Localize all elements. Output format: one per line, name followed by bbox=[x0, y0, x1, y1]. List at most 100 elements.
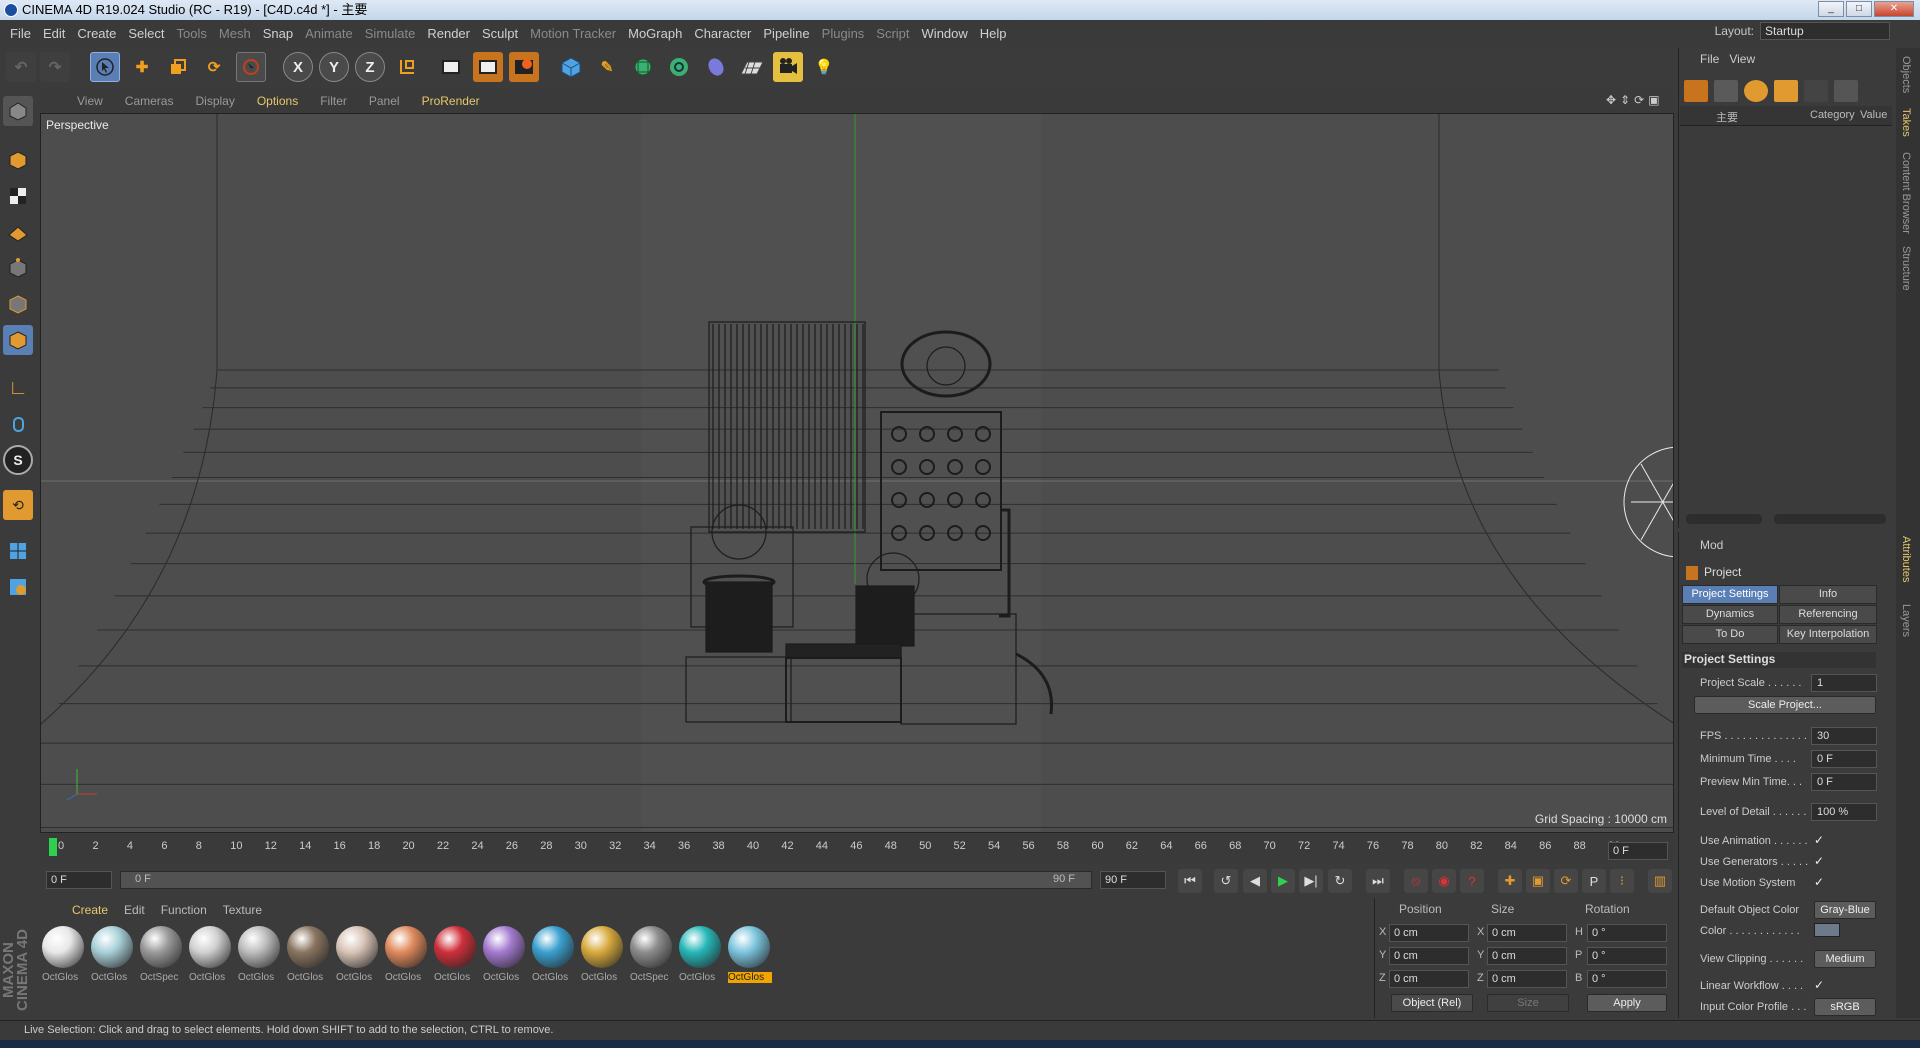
linear-workflow-checkbox[interactable]: ✓ bbox=[1814, 978, 1824, 992]
end-frame-field[interactable]: 90 F bbox=[1100, 871, 1166, 889]
menu-mograph[interactable]: MoGraph bbox=[622, 26, 688, 41]
position-y-field[interactable]: 0 cm bbox=[1389, 947, 1469, 965]
tab-dynamics[interactable]: Dynamics bbox=[1682, 605, 1778, 624]
key-position-icon[interactable]: ✚ bbox=[1498, 869, 1522, 893]
input-color-profile-dropdown[interactable]: sRGB bbox=[1814, 998, 1876, 1016]
object-scrollbar-right[interactable] bbox=[1774, 514, 1886, 524]
material-menu-texture[interactable]: Texture bbox=[215, 903, 270, 917]
material-swatch[interactable]: OctGlos bbox=[483, 926, 527, 983]
position-z-field[interactable]: 0 cm bbox=[1389, 970, 1469, 988]
menu-file[interactable]: File bbox=[4, 26, 37, 41]
material-swatch[interactable]: OctGlos bbox=[728, 926, 772, 983]
material-label[interactable]: OctGlos bbox=[91, 972, 135, 983]
tab-referencing[interactable]: Referencing bbox=[1779, 605, 1877, 624]
go-to-end-icon[interactable]: ⏭ bbox=[1366, 869, 1390, 893]
move-icon[interactable]: ✚ bbox=[127, 52, 157, 82]
timeline-ruler[interactable]: 0 2 4 6 8 10 12 14 16 18 20 22 24 26 28 30 32 34 36 38 40 42 4… bbox=[40, 834, 1674, 862]
layout-dropdown[interactable]: Startup bbox=[1760, 22, 1890, 40]
menu-simulate[interactable]: Simulate bbox=[359, 26, 422, 41]
model-mode-icon[interactable] bbox=[3, 145, 33, 175]
material-swatch[interactable]: OctGlos bbox=[189, 926, 233, 983]
tab-project-settings[interactable]: Project Settings bbox=[1682, 585, 1778, 604]
size-y-field[interactable]: 0 cm bbox=[1487, 947, 1567, 965]
autokeying-icon[interactable]: ◉ bbox=[1432, 869, 1456, 893]
scale-icon[interactable] bbox=[163, 52, 193, 82]
camera-take-icon[interactable] bbox=[1834, 80, 1858, 102]
preview-min-time-field[interactable]: 0 F bbox=[1811, 773, 1877, 791]
takes-clone-icon[interactable] bbox=[1714, 80, 1738, 102]
edit-render-settings-icon[interactable] bbox=[509, 52, 539, 82]
go-to-start-icon[interactable]: ⏮ bbox=[1178, 869, 1202, 893]
material-preview[interactable] bbox=[630, 926, 672, 968]
previous-key-icon[interactable]: ↺ bbox=[1214, 869, 1238, 893]
object-menu-view[interactable]: View bbox=[1729, 52, 1755, 66]
use-motion-system-checkbox[interactable]: ✓ bbox=[1814, 875, 1824, 889]
material-swatch[interactable]: OctSpec bbox=[630, 926, 674, 983]
object-scrollbar-left[interactable] bbox=[1686, 514, 1762, 524]
material-preview[interactable] bbox=[140, 926, 182, 968]
viewport-menu-cameras[interactable]: Cameras bbox=[114, 94, 185, 108]
menu-help[interactable]: Help bbox=[974, 26, 1013, 41]
viewport-menu-filter[interactable]: Filter bbox=[309, 94, 358, 108]
material-swatch[interactable]: OctGlos bbox=[238, 926, 282, 983]
key-scale-icon[interactable]: ▣ bbox=[1526, 869, 1550, 893]
menu-animate[interactable]: Animate bbox=[299, 26, 359, 41]
fps-field[interactable]: 30 bbox=[1811, 727, 1877, 745]
size-z-field[interactable]: 0 cm bbox=[1487, 970, 1567, 988]
rotation-h-field[interactable]: 0 ° bbox=[1587, 924, 1667, 942]
render-settings-icon[interactable] bbox=[1804, 80, 1828, 102]
tweak-mode-icon[interactable] bbox=[3, 409, 33, 439]
playhead[interactable] bbox=[49, 838, 57, 856]
material-label[interactable]: OctGlos bbox=[581, 972, 625, 983]
tab-takes[interactable]: Takes bbox=[1900, 108, 1912, 137]
key-parameter-icon[interactable]: P bbox=[1582, 869, 1606, 893]
menu-window[interactable]: Window bbox=[916, 26, 974, 41]
material-label[interactable]: OctGlos bbox=[434, 972, 478, 983]
scale-project-button[interactable]: Scale Project... bbox=[1694, 696, 1876, 714]
root-label[interactable]: 主要 bbox=[1716, 109, 1738, 125]
tab-key-interpolation[interactable]: Key Interpolation bbox=[1779, 625, 1877, 644]
tab-objects[interactable]: Objects bbox=[1900, 56, 1912, 93]
material-swatch[interactable]: OctSpec bbox=[140, 926, 184, 983]
tab-to-do[interactable]: To Do bbox=[1682, 625, 1778, 644]
close-button[interactable]: ✕ bbox=[1874, 1, 1914, 17]
viewport-menu-panel[interactable]: Panel bbox=[358, 94, 411, 108]
material-preview[interactable] bbox=[679, 926, 721, 968]
material-preview[interactable] bbox=[91, 926, 133, 968]
tab-layers[interactable]: Layers bbox=[1900, 604, 1912, 637]
material-preview[interactable] bbox=[42, 926, 84, 968]
material-swatch[interactable]: OctGlos bbox=[581, 926, 625, 983]
rotation-p-field[interactable]: 0 ° bbox=[1587, 947, 1667, 965]
takes-new-icon[interactable] bbox=[1684, 80, 1708, 102]
material-swatch[interactable]: OctGlos bbox=[287, 926, 331, 983]
polygons-mode-icon[interactable] bbox=[3, 325, 33, 355]
rotation-b-field[interactable]: 0 ° bbox=[1587, 970, 1667, 988]
move-view-icon[interactable]: ✥ bbox=[1606, 93, 1616, 107]
play-icon[interactable]: ▶ bbox=[1271, 869, 1295, 893]
key-rotation-icon[interactable]: ⟳ bbox=[1554, 869, 1578, 893]
material-label[interactable]: OctGlos bbox=[336, 972, 380, 983]
menu-edit[interactable]: Edit bbox=[37, 26, 71, 41]
material-preview[interactable] bbox=[581, 926, 623, 968]
undo-icon[interactable]: ↶ bbox=[6, 52, 36, 82]
cube-icon[interactable] bbox=[556, 52, 586, 82]
current-frame-field[interactable]: 0 F bbox=[1608, 842, 1668, 860]
material-swatch[interactable]: OctGlos bbox=[532, 926, 576, 983]
material-preview[interactable] bbox=[483, 926, 525, 968]
menu-create[interactable]: Create bbox=[71, 26, 122, 41]
next-key-icon[interactable]: ↻ bbox=[1328, 869, 1352, 893]
edges-mode-icon[interactable] bbox=[3, 289, 33, 319]
material-preview[interactable] bbox=[287, 926, 329, 968]
snapping-icon[interactable]: S bbox=[3, 445, 33, 475]
material-preview[interactable] bbox=[728, 926, 770, 968]
material-swatch[interactable]: OctGlos bbox=[679, 926, 723, 983]
locked-workplane-icon[interactable] bbox=[3, 536, 33, 566]
coordinate-mode-dropdown[interactable]: Object (Rel) bbox=[1391, 994, 1473, 1012]
menu-plugins[interactable]: Plugins bbox=[816, 26, 871, 41]
perspective-viewport[interactable]: Perspective Grid Spacing : 10000 cm bbox=[40, 113, 1674, 833]
size-x-field[interactable]: 0 cm bbox=[1487, 924, 1567, 942]
menu-select[interactable]: Select bbox=[122, 26, 170, 41]
minimum-time-field[interactable]: 0 F bbox=[1811, 750, 1877, 768]
zoom-view-icon[interactable]: ⇕ bbox=[1620, 93, 1630, 107]
override-icon[interactable] bbox=[1744, 80, 1768, 102]
